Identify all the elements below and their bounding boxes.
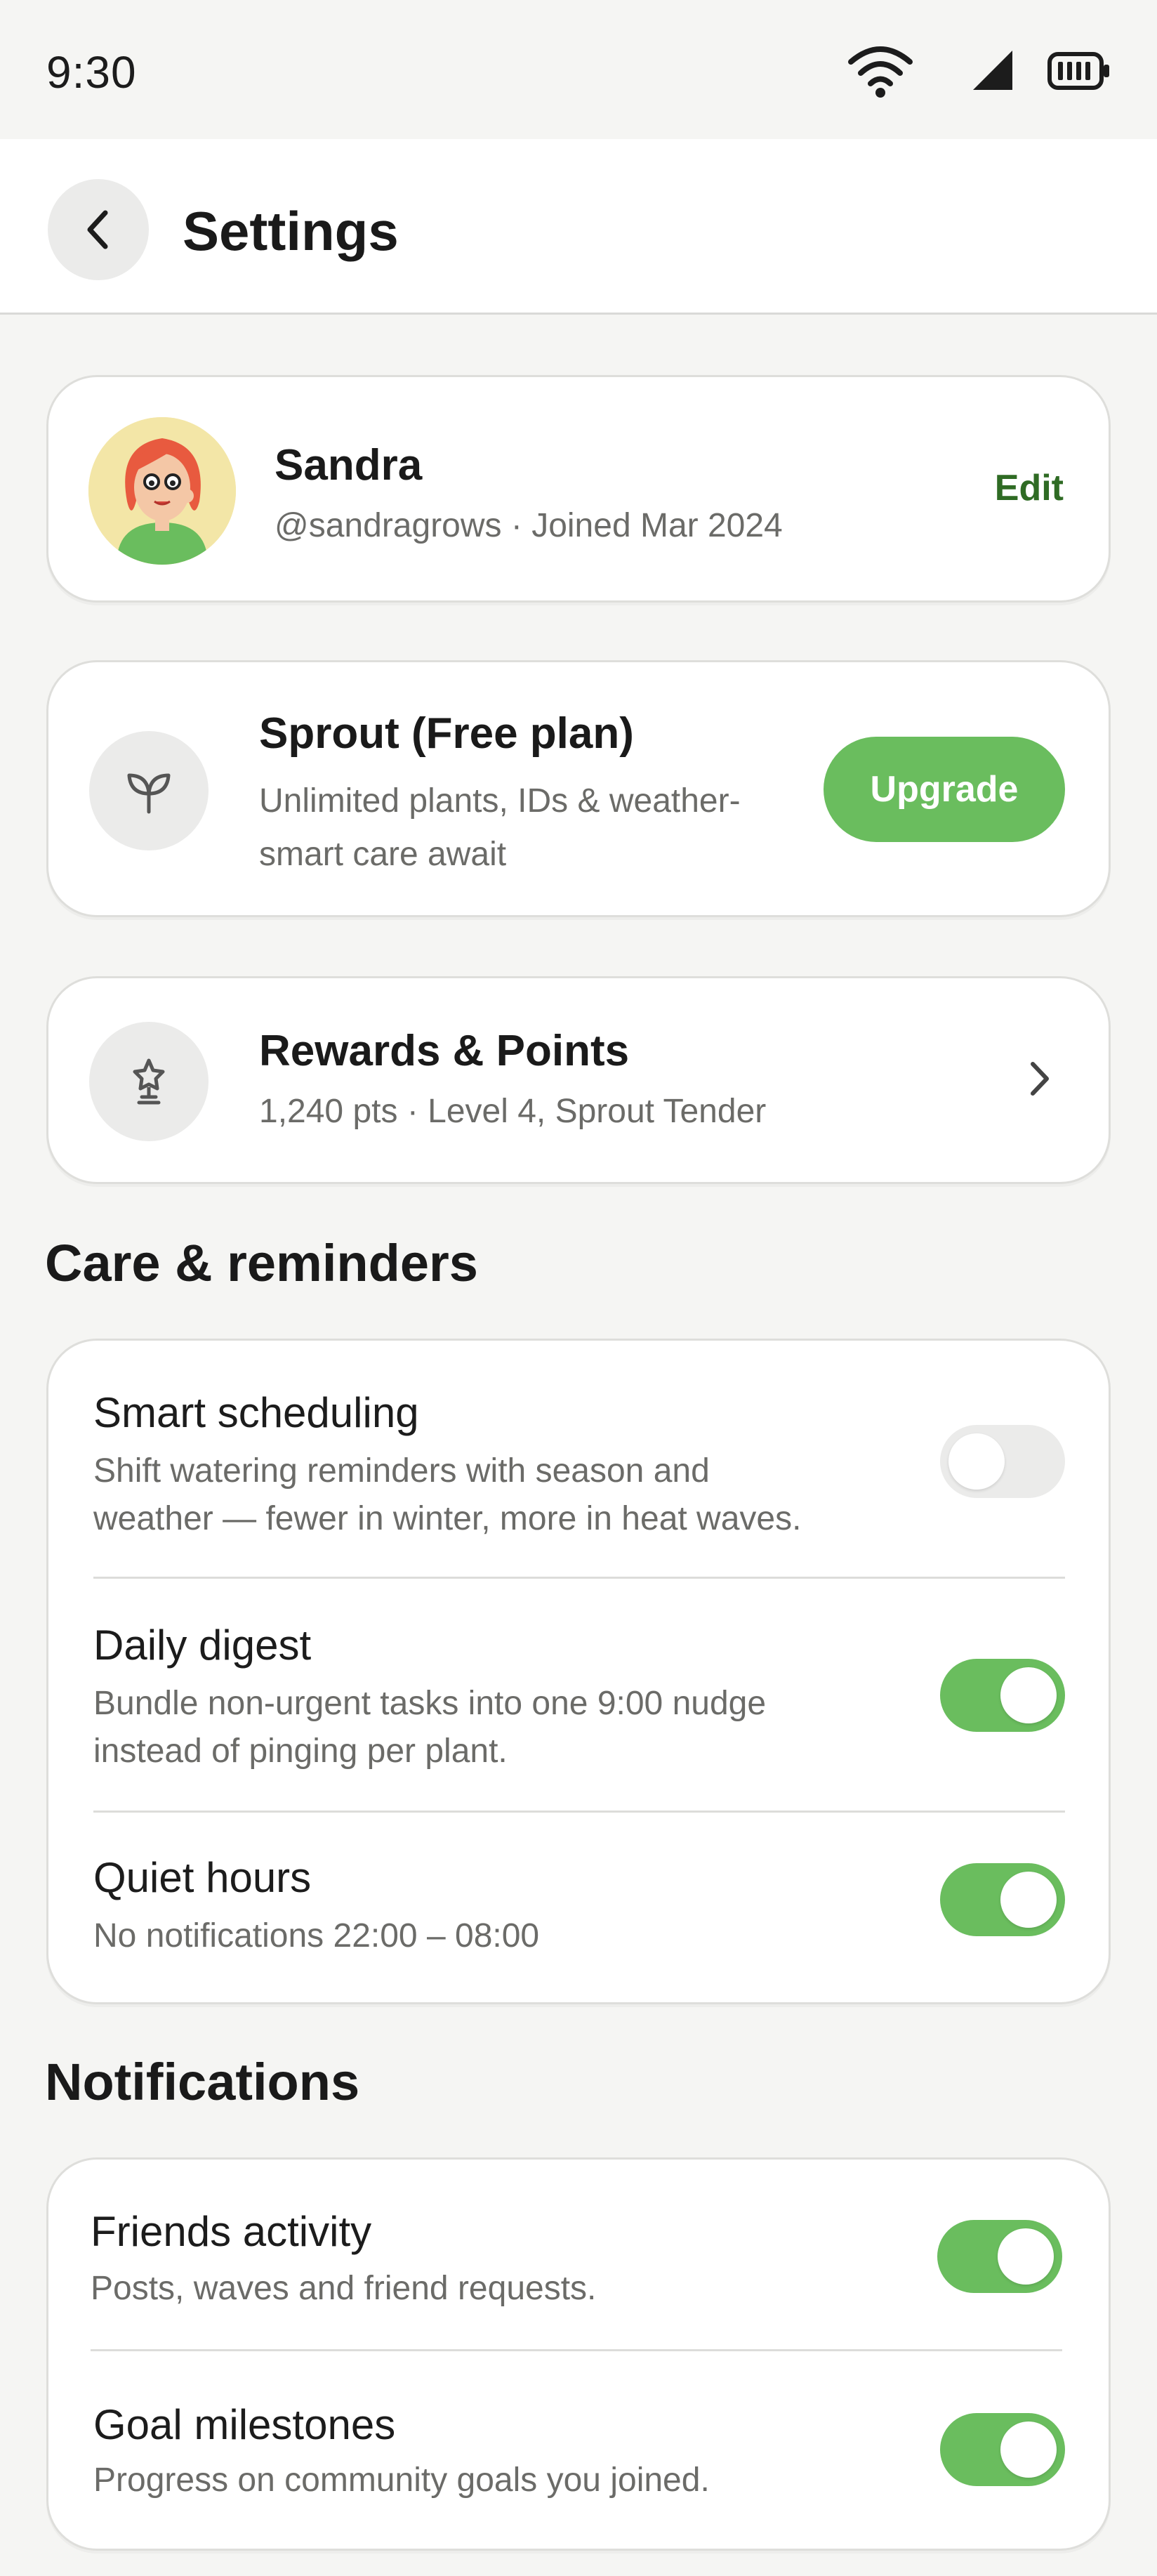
setting-description: Progress on community goals you joined. — [93, 2462, 710, 2499]
cellular-signal-icon — [973, 51, 1012, 90]
goal-milestones-toggle[interactable] — [940, 2413, 1065, 2486]
friends-activity-toggle[interactable] — [937, 2220, 1062, 2293]
quiet-hours-toggle[interactable] — [940, 1863, 1065, 1936]
setting-description: No notifications 22:00 – 08:00 — [93, 1917, 540, 1954]
toggle-knob — [998, 2228, 1054, 2285]
avatar — [88, 417, 236, 565]
setting-description: Shift watering reminders with season and… — [93, 1452, 802, 1537]
edit-profile-link[interactable]: Edit — [995, 467, 1064, 509]
notification-settings-card: Friends activity Posts, waves and friend… — [46, 2157, 1111, 2551]
wifi-icon — [848, 46, 913, 98]
care-settings-card: Smart scheduling Shift watering reminder… — [46, 1339, 1111, 2004]
plan-card: Sprout (Free plan) Unlimited plants, IDs… — [46, 660, 1111, 917]
setting-title: Daily digest — [93, 1622, 312, 1669]
rewards-icon-container — [89, 1022, 209, 1141]
setting-row-smart-scheduling: Smart scheduling Shift watering reminder… — [48, 1341, 1109, 1577]
smart-scheduling-toggle[interactable] — [940, 1425, 1065, 1498]
toggle-knob — [1000, 1667, 1057, 1723]
setting-title: Smart scheduling — [93, 1389, 419, 1436]
care-section-heading: Care & reminders — [45, 1234, 478, 1292]
sprout-icon — [127, 773, 171, 814]
toggle-knob — [948, 1433, 1005, 1490]
rewards-card[interactable]: Rewards & Points 1,240 pts · Level 4, Sp… — [46, 976, 1111, 1184]
setting-row-friends-activity: Friends activity Posts, waves and friend… — [48, 2160, 1109, 2349]
setting-description: Bundle non-urgent tasks into one 9:00 nu… — [93, 1685, 767, 1770]
plan-title: Sprout (Free plan) — [259, 709, 634, 758]
setting-row-quiet-hours: Quiet hours No notifications 22:00 – 08:… — [48, 1813, 1109, 2002]
avatar-illustration — [88, 417, 236, 565]
setting-title: Goal milestones — [93, 2401, 396, 2448]
rewards-title: Rewards & Points — [259, 1027, 630, 1075]
status-time: 9:30 — [46, 47, 137, 98]
rewards-meta: 1,240 pts · Level 4, Sprout Tender — [259, 1093, 767, 1130]
upgrade-button[interactable]: Upgrade — [824, 737, 1065, 842]
toggle-knob — [1000, 2421, 1057, 2478]
page-title: Settings — [183, 200, 399, 262]
chevron-right-icon — [1031, 1062, 1049, 1096]
trophy-icon — [133, 1058, 165, 1105]
profile-card[interactable]: Sandra @sandragrows · Joined Mar 2024 Ed… — [46, 375, 1111, 603]
daily-digest-toggle[interactable] — [940, 1659, 1065, 1732]
setting-title: Quiet hours — [93, 1854, 312, 1901]
status-bar: 9:30 — [0, 0, 1157, 139]
profile-meta: @sandragrows · Joined Mar 2024 — [275, 507, 783, 544]
chevron-left-icon — [87, 210, 108, 249]
plan-description: Unlimited plants, IDs & weather-smart ca… — [259, 782, 741, 873]
setting-description: Posts, waves and friend requests. — [91, 2270, 597, 2307]
toggle-knob — [1000, 1872, 1057, 1928]
battery-icon — [1047, 52, 1109, 90]
setting-row-goal-milestones: Goal milestones Progress on community go… — [48, 2351, 1109, 2551]
app-header: Settings — [0, 139, 1157, 315]
setting-title: Friends activity — [91, 2208, 372, 2255]
notifications-section-heading: Notifications — [45, 2053, 360, 2111]
plan-icon-container — [89, 731, 209, 850]
setting-row-daily-digest: Daily digest Bundle non-urgent tasks int… — [48, 1579, 1109, 1811]
back-button[interactable] — [48, 179, 149, 280]
profile-name: Sandra — [275, 441, 423, 489]
